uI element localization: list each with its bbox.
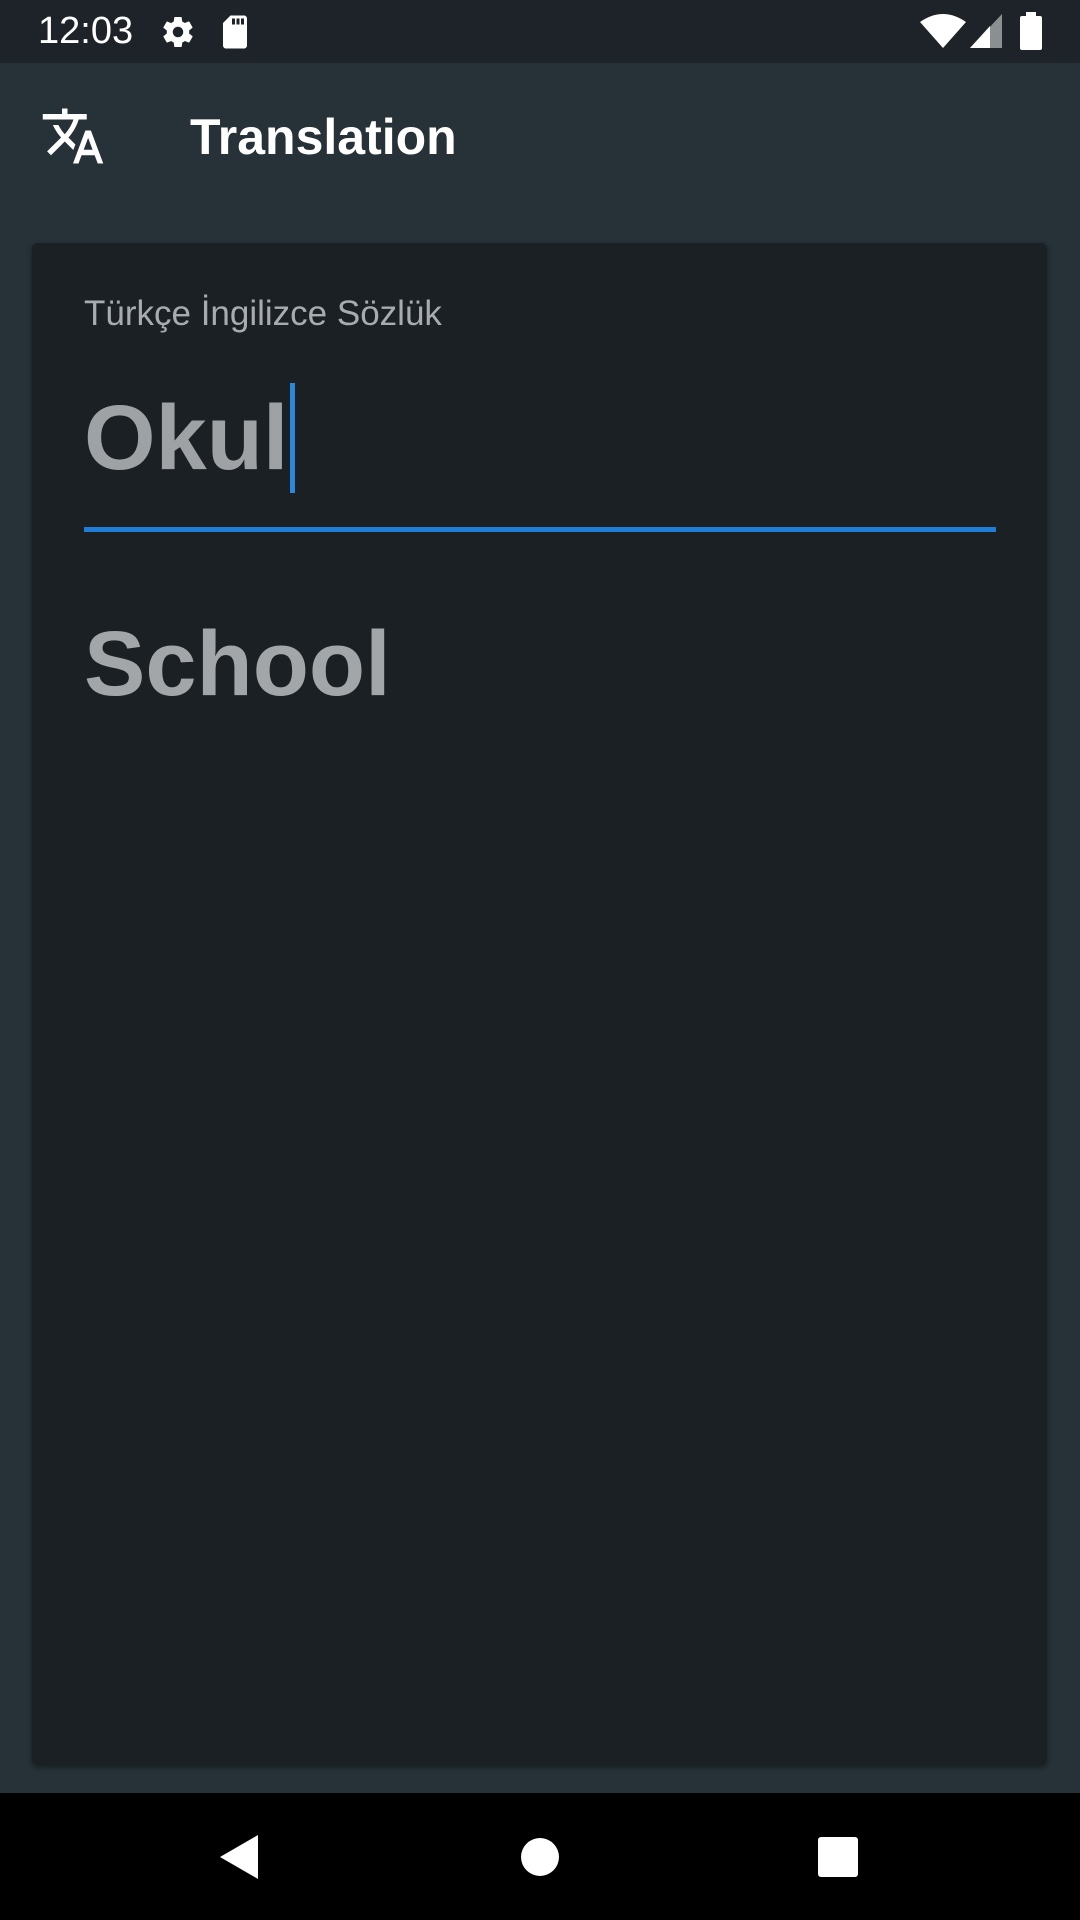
home-icon[interactable] xyxy=(500,1817,580,1897)
signal-icon xyxy=(970,14,1002,48)
translate-icon xyxy=(42,108,104,164)
nav-bar xyxy=(0,1793,1080,1920)
app-bar: Translation xyxy=(0,63,1080,211)
back-icon[interactable] xyxy=(200,1817,280,1897)
word-input-text: Okul xyxy=(84,387,289,489)
app-title: Translation xyxy=(190,109,457,165)
translator-card: Türkçe İngilizce Sözlük Okul School xyxy=(32,243,1047,1765)
recents-icon[interactable] xyxy=(798,1817,878,1897)
translation-result: School xyxy=(84,613,391,715)
word-input-value[interactable]: Okul xyxy=(84,383,296,493)
input-underline xyxy=(84,527,996,532)
battery-icon xyxy=(1020,12,1042,50)
word-input[interactable]: Okul xyxy=(84,383,996,533)
text-caret xyxy=(290,383,296,493)
input-label: Türkçe İngilizce Sözlük xyxy=(84,294,442,333)
settings-icon xyxy=(163,17,193,48)
status-bar: 12:03 xyxy=(0,0,1080,63)
screen: 12:03 Translation Türkçe İngilizce Sözlü… xyxy=(0,0,1080,1920)
sd-card-icon xyxy=(223,15,247,49)
status-time: 12:03 xyxy=(38,10,134,52)
wifi-icon xyxy=(920,14,966,48)
